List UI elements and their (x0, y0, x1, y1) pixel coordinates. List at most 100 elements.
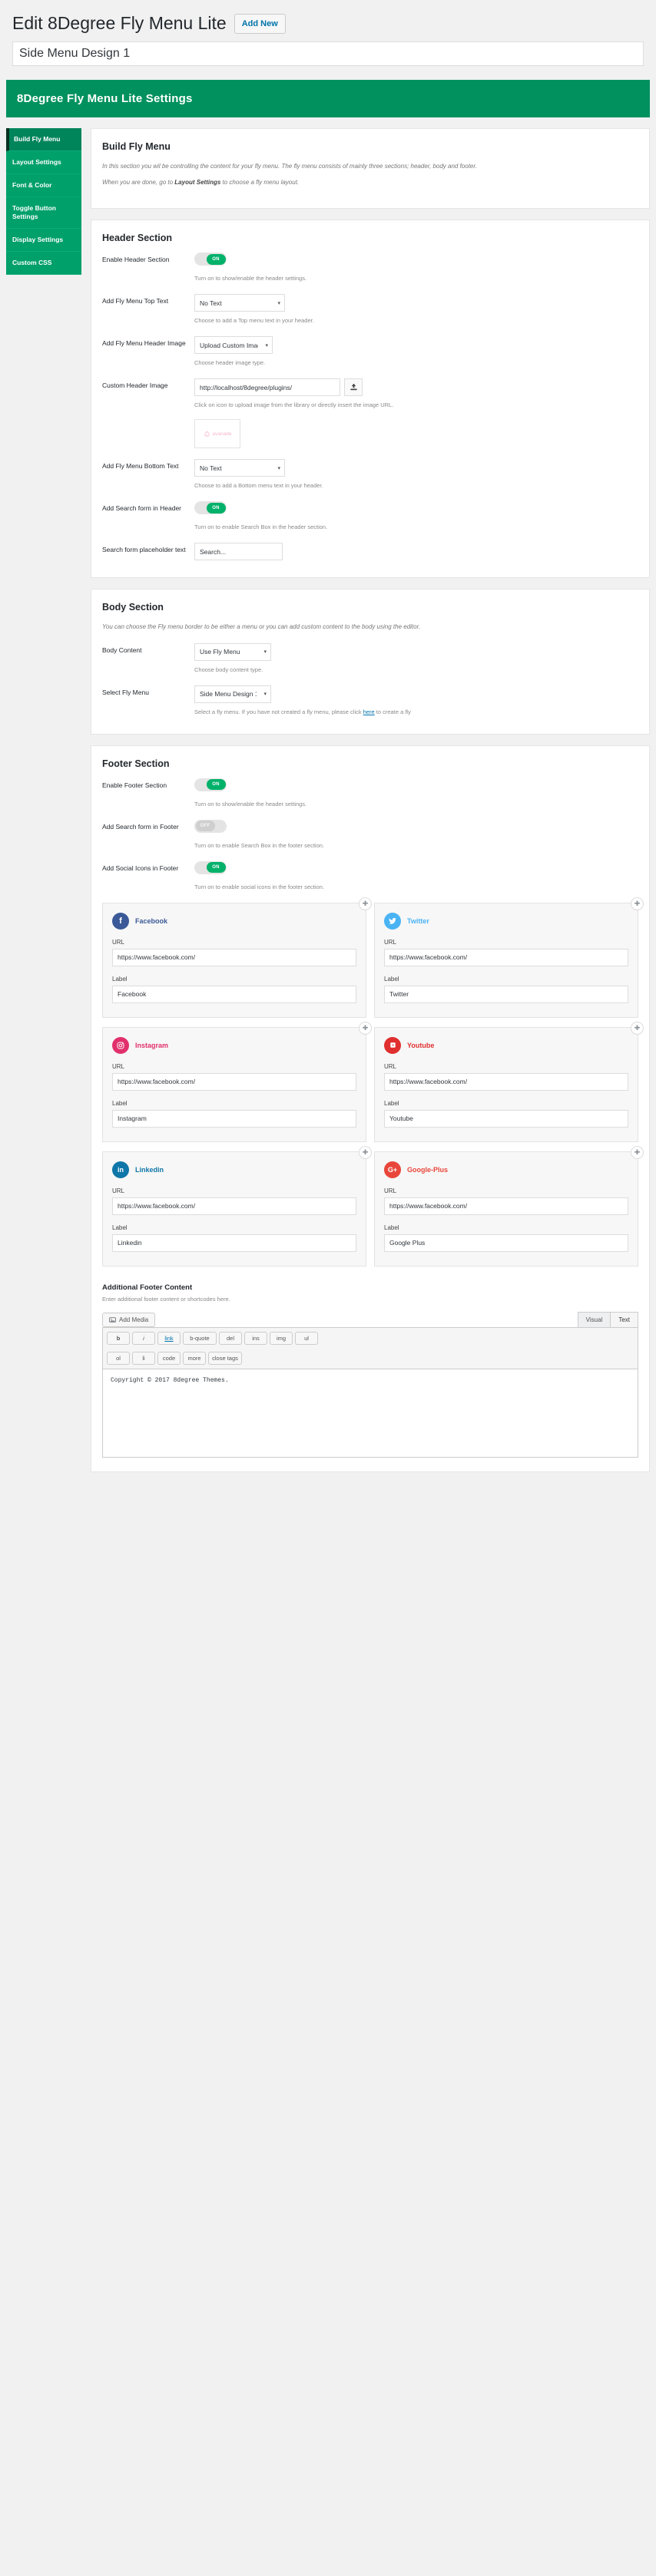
tab-visual[interactable]: Visual (577, 1311, 611, 1327)
social-card-google-plus: ✚ G+ Google-Plus URL Label (374, 1145, 644, 1267)
page-title: Edit 8Degree Fly Menu Lite (12, 13, 227, 33)
qt-bold-button[interactable]: b (107, 1331, 130, 1345)
search-placeholder-input[interactable] (194, 543, 283, 561)
social-card-instagram: ✚ Instagram URL Label (102, 1021, 372, 1142)
qt-ins-button[interactable]: ins (244, 1331, 267, 1345)
social-label-input[interactable] (112, 1234, 356, 1252)
add-media-button[interactable]: Add Media (102, 1312, 156, 1327)
twitter-icon (384, 912, 401, 930)
qt-del-button[interactable]: del (219, 1331, 242, 1345)
upload-icon (350, 383, 357, 391)
field-enable-footer-section: Enable Footer Section ON Turn on to show… (102, 778, 638, 809)
social-url-input[interactable] (112, 1072, 356, 1091)
main-layout: Build Fly Menu Layout Settings Font & Co… (6, 127, 650, 1483)
google-plus-icon: G+ (384, 1161, 401, 1178)
build-intro-1: In this section you wil be controlling t… (102, 162, 477, 170)
social-label-input[interactable] (384, 1109, 628, 1128)
sidebar-item-build-fly-menu[interactable]: Build Fly Menu (6, 127, 81, 151)
qt-close-tags-button[interactable]: close tags (208, 1351, 242, 1365)
header-section-heading: Header Section (102, 233, 173, 244)
enable-footer-section-toggle[interactable]: ON (194, 778, 227, 791)
twitter-bird-icon (389, 917, 396, 924)
panel-body-section: Body Section You can choose the Fly menu… (91, 589, 650, 735)
social-name: Google-Plus (407, 1165, 449, 1174)
drag-move-icon[interactable]: ✚ (359, 1021, 372, 1035)
field-description: Turn on to show/enable the header settin… (194, 275, 307, 282)
social-url-input[interactable] (112, 1197, 356, 1215)
label-label: Label (112, 1099, 128, 1107)
create-fly-menu-link[interactable]: here (363, 708, 375, 715)
label-label: Label (112, 975, 128, 983)
social-card-header: Youtube (384, 1036, 628, 1054)
instagram-icon (112, 1036, 129, 1054)
sidebar-item-label: Toggle Button Settings (12, 204, 56, 221)
field-control: No Text ▾ Choose to add a Top menu text … (194, 294, 638, 325)
drag-move-icon[interactable]: ✚ (631, 1021, 644, 1035)
sidebar-item-layout-settings[interactable]: Layout Settings (6, 151, 81, 174)
qt-li-button[interactable]: li (132, 1351, 155, 1365)
sidebar-item-toggle-button-settings[interactable]: Toggle Button Settings (6, 197, 81, 230)
qt-blockquote-button[interactable]: b-quote (183, 1331, 217, 1345)
sidebar-item-font-color[interactable]: Font & Color (6, 174, 81, 198)
social-label-input[interactable] (384, 985, 628, 1003)
enable-header-section-toggle[interactable]: ON (194, 253, 227, 266)
qt-img-button[interactable]: img (270, 1331, 293, 1345)
social-card-header: G+ Google-Plus (384, 1161, 628, 1178)
qt-ul-button[interactable]: ul (295, 1331, 318, 1345)
tab-text[interactable]: Text (610, 1311, 638, 1327)
header-image-select[interactable]: Upload Custom Image (194, 336, 273, 355)
social-url-input[interactable] (112, 948, 356, 966)
settings-content: Build Fly Menu In this section you wil b… (91, 127, 650, 1483)
footer-section-heading: Footer Section (102, 758, 170, 769)
qt-more-button[interactable]: more (183, 1351, 206, 1365)
sidebar-item-label: Layout Settings (12, 157, 61, 166)
add-new-button[interactable]: Add New (234, 13, 286, 35)
social-name: Twitter (407, 916, 429, 925)
sidebar-item-display-settings[interactable]: Display Settings (6, 229, 81, 253)
social-label-input[interactable] (112, 985, 356, 1003)
field-search-form-header: Add Search form in Header ON Turn on to … (102, 501, 638, 532)
sidebar-item-custom-css[interactable]: Custom CSS (6, 252, 81, 276)
post-title-input[interactable] (12, 41, 644, 66)
search-form-footer-toggle[interactable]: OFF (194, 819, 227, 833)
drag-move-icon[interactable]: ✚ (631, 897, 644, 910)
sidebar-item-label: Build Fly Menu (14, 134, 61, 143)
field-control (194, 543, 638, 561)
search-form-header-toggle[interactable]: ON (194, 501, 227, 515)
drag-move-icon[interactable]: ✚ (359, 1145, 372, 1159)
field-control: ON Turn on to enable social icons in the… (194, 860, 638, 892)
social-url-input[interactable] (384, 1197, 628, 1215)
select-fly-menu-dropdown[interactable]: Side Menu Design 1 (194, 685, 271, 703)
url-label: URL (112, 938, 125, 946)
social-icons-footer-toggle[interactable]: ON (194, 860, 227, 874)
upload-image-button[interactable] (344, 378, 363, 397)
custom-header-image-input[interactable] (194, 378, 340, 397)
field-description: Turn on to show/enable the header settin… (194, 800, 307, 807)
bottom-text-select-wrap: No Text ▾ (194, 459, 285, 477)
drag-move-icon[interactable]: ✚ (631, 1145, 644, 1159)
footer-content-textarea[interactable]: Copyright © 2017 8degree Themes. (102, 1369, 638, 1458)
bottom-text-select[interactable]: No Text (194, 459, 285, 477)
drag-move-icon[interactable]: ✚ (359, 897, 372, 910)
social-card-linkedin: ✚ in Linkedin URL Label (102, 1145, 372, 1267)
body-content-select[interactable]: Use Fly Menu (194, 642, 271, 661)
social-label-input[interactable] (112, 1109, 356, 1128)
qt-ol-button[interactable]: ol (107, 1351, 130, 1365)
qt-link-button[interactable]: link (157, 1331, 181, 1345)
social-card-header: f Facebook (112, 912, 356, 930)
field-label: Add Search form in Header (102, 504, 181, 513)
editor-toolbar-top: Add Media Visual Text (102, 1311, 638, 1327)
top-text-select[interactable]: No Text (194, 294, 285, 312)
qt-italic-button[interactable]: i (132, 1331, 155, 1345)
broken-image-alt-text: avanade (212, 431, 232, 437)
url-label: URL (384, 938, 397, 946)
social-url-input[interactable] (384, 1072, 628, 1091)
social-label-input[interactable] (384, 1234, 628, 1252)
social-card-header: Instagram (112, 1036, 356, 1054)
label-label: Label (384, 1224, 399, 1231)
social-url-input[interactable] (384, 948, 628, 966)
field-description: Choose to add a Bottom menu text in your… (194, 482, 323, 490)
page-header: Edit 8Degree Fly Menu Lite Add New (0, 0, 656, 35)
qt-code-button[interactable]: code (157, 1351, 181, 1365)
build-intro-2-bold: Layout Settings (174, 179, 221, 187)
